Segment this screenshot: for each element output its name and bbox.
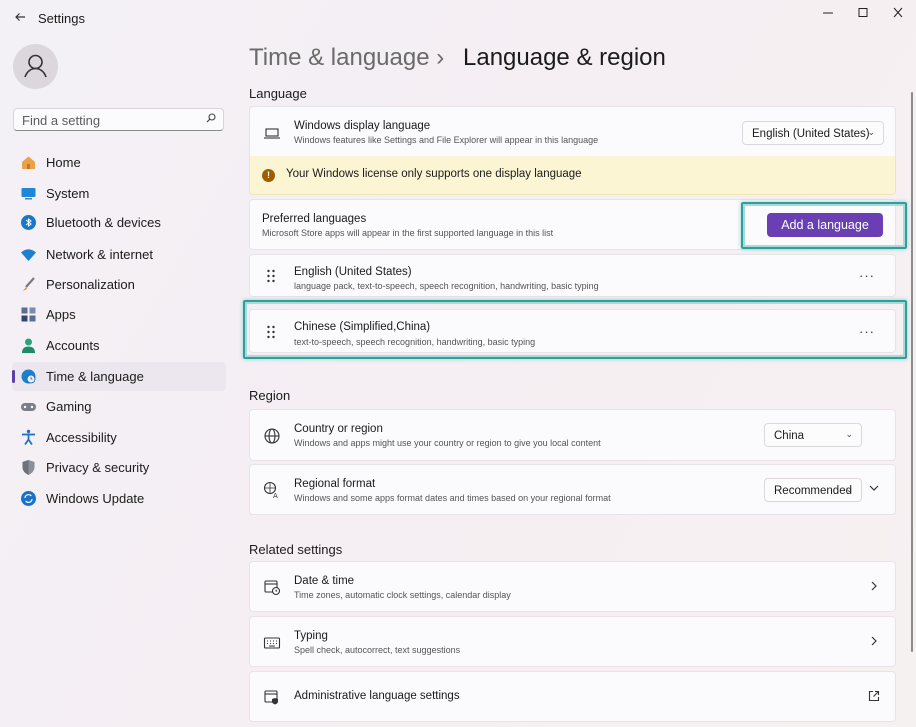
related-item-title: Date & time [294,575,355,587]
sidebar-item-network[interactable]: Network & internet [12,240,226,269]
maximize-icon[interactable] [849,4,877,22]
open-external-icon [868,690,880,705]
scrollbar-thumb[interactable] [911,92,913,652]
sidebar-item-label: Personalization [46,277,135,292]
svg-text:A: A [273,492,278,499]
more-options-icon[interactable]: ··· [859,268,875,283]
sidebar-item-home[interactable]: Home [12,148,226,177]
search-box[interactable] [13,108,224,132]
section-heading-related: Related settings [249,542,343,557]
breadcrumb-separator: › [436,44,445,71]
regional-format-subtitle: Windows and some apps format dates and t… [294,493,611,503]
sidebar-item-label: Windows Update [46,491,145,506]
home-icon [20,154,37,171]
bluetooth-icon [20,214,37,231]
sidebar-item-label: Bluetooth & devices [46,215,161,230]
sidebar-item-label: Accounts [46,338,100,353]
sidebar-item-windows-update[interactable]: Windows Update [12,484,226,513]
sidebar-item-apps[interactable]: Apps [12,300,226,329]
country-dropdown[interactable]: China ⌄ [764,423,862,447]
language-name: English (United States) [294,266,412,278]
display-language-subtitle: Windows features like Settings and File … [294,135,599,145]
sidebar-item-label: Privacy & security [46,460,150,475]
related-item-typing[interactable]: Typing Spell check, autocorrect, text su… [249,616,896,667]
sidebar-item-label: Gaming [46,399,92,414]
search-icon[interactable] [206,113,216,126]
country-region-subtitle: Windows and apps might use your country … [294,438,601,448]
sidebar-item-label: Time & language [46,369,144,384]
keyboard-icon [263,634,281,652]
regional-format-title: Regional format [294,478,376,490]
minimize-icon[interactable] [814,4,842,22]
display-language-dropdown[interactable]: English (United States) ⌄ [742,121,884,145]
sidebar-item-accounts[interactable]: Accounts [12,331,226,360]
sidebar-item-label: Network & internet [46,247,153,262]
sidebar-item-label: Home [46,155,81,170]
regional-format-dropdown[interactable]: Recommended ⌄ [764,478,862,502]
chevron-down-icon: ⌄ [867,127,875,137]
expand-chevron-icon[interactable] [868,482,880,497]
warning-icon: ! [262,169,275,182]
display-language-title: Windows display language [294,120,431,132]
accounts-icon [20,337,37,354]
related-item-subtitle: Time zones, automatic clock settings, ca… [294,590,511,600]
chevron-down-icon: ⌄ [845,429,853,439]
section-heading-region: Region [249,388,291,403]
preferred-languages-title: Preferred languages [262,213,367,225]
related-item-title: Administrative language settings [294,690,460,702]
chevron-down-icon: ⌄ [845,484,853,494]
regional-format-card[interactable]: A Regional format Windows and some apps … [249,464,896,515]
chevron-right-icon [868,635,880,650]
shield-icon [20,459,37,476]
page-title: Language & region [463,44,666,71]
gamepad-icon [20,398,37,415]
sidebar-item-system[interactable]: System [12,179,226,208]
close-icon[interactable] [884,4,912,22]
sidebar-item-label: System [46,186,90,201]
active-indicator [12,370,15,383]
language-row-english[interactable]: English (United States) language pack, t… [249,254,896,297]
sidebar-item-gaming[interactable]: Gaming [12,392,226,421]
regional-format-icon: A [263,481,281,500]
related-item-title: Typing [294,630,328,642]
back-arrow-icon[interactable] [12,9,28,25]
globe-clock-icon [20,368,37,385]
sidebar-item-label: Apps [46,307,76,322]
sidebar-item-accessibility[interactable]: Accessibility [12,423,226,452]
related-item-date-time[interactable]: Date & time Time zones, automatic clock … [249,561,896,612]
license-warning-banner: ! Your Windows license only supports one… [249,156,896,195]
section-heading-language: Language [249,86,307,101]
brush-icon [20,276,37,293]
chevron-right-icon [868,580,880,595]
globe-icon [263,427,281,445]
update-icon [20,490,37,507]
display-language-card: Windows display language Windows feature… [249,106,896,157]
sidebar-item-bluetooth[interactable]: Bluetooth & devices [12,208,226,237]
sidebar-item-time-language[interactable]: Time & language [12,362,226,391]
window-title: Settings [38,11,85,26]
system-icon [20,185,37,202]
apps-icon [20,306,37,323]
related-item-subtitle: Spell check, autocorrect, text suggestio… [294,645,461,655]
calendar-clock-icon [263,578,281,596]
chinese-language-highlight [243,300,907,359]
admin-language-icon [263,688,281,706]
wifi-icon [20,246,37,263]
search-input[interactable] [14,109,204,132]
accessibility-icon [20,429,37,446]
sidebar-item-label: Accessibility [46,430,117,445]
license-warning-text: Your Windows license only supports one d… [286,168,582,180]
add-language-button[interactable]: Add a language [767,213,883,237]
sidebar-item-privacy[interactable]: Privacy & security [12,453,226,482]
related-item-admin-language[interactable]: Administrative language settings [249,671,896,722]
sidebar-item-personalization[interactable]: Personalization [12,270,226,299]
laptop-icon [263,124,281,142]
avatar[interactable] [13,44,58,89]
language-features: language pack, text-to-speech, speech re… [294,281,599,291]
breadcrumb-parent[interactable]: Time & language › [249,44,444,72]
preferred-languages-subtitle: Microsoft Store apps will appear in the … [262,228,554,238]
country-region-card: Country or region Windows and apps might… [249,409,896,461]
drag-handle-icon[interactable] [266,269,276,283]
country-region-title: Country or region [294,423,383,435]
